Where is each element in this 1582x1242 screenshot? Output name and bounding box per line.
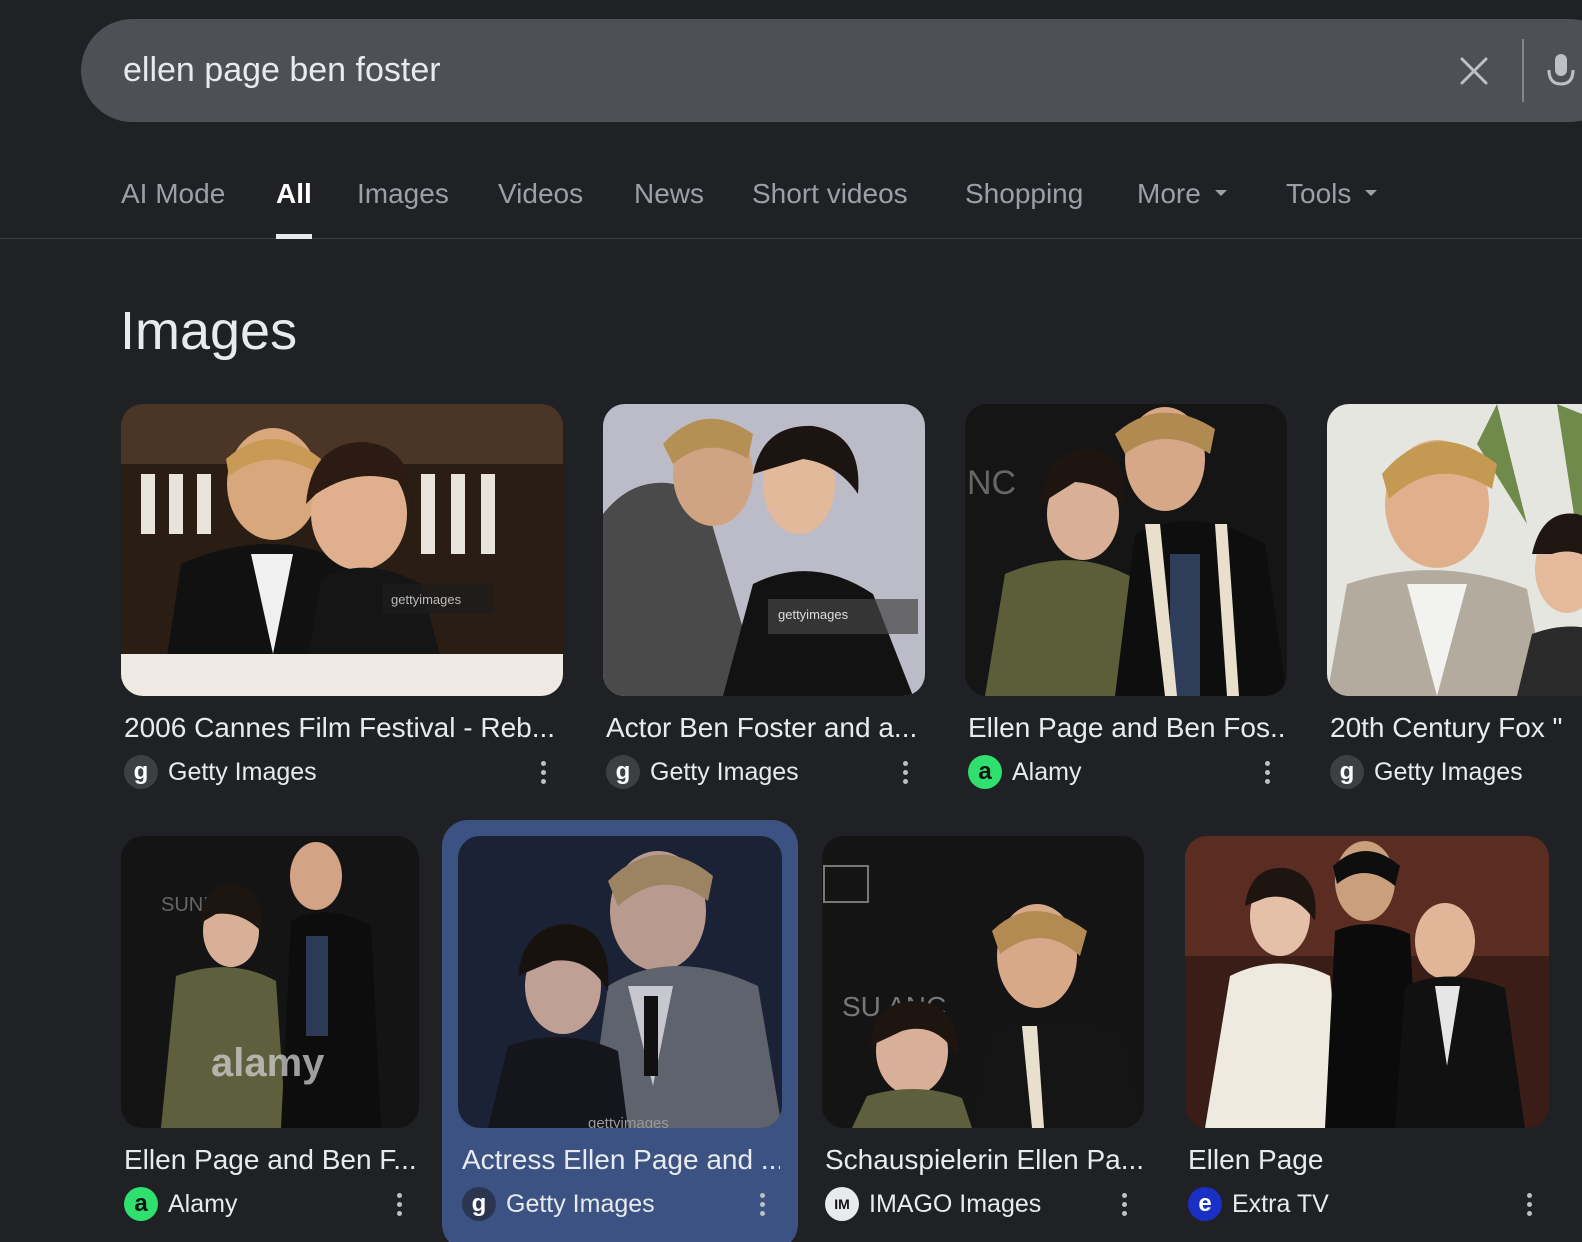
tab-tools[interactable]: Tools	[1286, 178, 1378, 238]
result-title[interactable]: 2006 Cannes Film Festival - Reb...	[124, 712, 562, 744]
result-source[interactable]: g Getty Images	[1330, 754, 1523, 790]
mic-icon	[1547, 54, 1575, 86]
getty-icon: g	[1330, 755, 1364, 789]
more-options-icon[interactable]	[1519, 1186, 1539, 1222]
result-thumbnail[interactable]	[1185, 836, 1549, 1128]
page: AI Mode All Images Videos News Short vid…	[0, 0, 1582, 1242]
watermark-text: gettyimages	[778, 607, 849, 622]
more-options-icon[interactable]	[1257, 754, 1277, 790]
tab-short-videos[interactable]: Short videos	[752, 178, 908, 238]
svg-text:NC: NC	[967, 464, 1016, 502]
search-divider	[1522, 39, 1524, 102]
tab-more[interactable]: More	[1137, 178, 1227, 238]
getty-icon: g	[124, 755, 158, 789]
watermark-text: gettyimages	[391, 592, 462, 607]
search-input[interactable]	[123, 19, 1403, 122]
result-source[interactable]: e Extra TV	[1188, 1186, 1329, 1222]
alamy-icon: a	[968, 755, 1002, 789]
caret-down-icon	[1214, 189, 1227, 196]
tab-videos[interactable]: Videos	[498, 178, 583, 238]
extra-tv-icon: e	[1188, 1187, 1222, 1221]
alamy-icon: a	[124, 1187, 158, 1221]
result-thumbnail[interactable]: gettyimages	[603, 404, 925, 696]
imago-icon: IM	[825, 1187, 859, 1221]
image-result[interactable]: SUNDAN alamy Ellen Page and Ben F... a A…	[121, 836, 419, 1236]
result-source[interactable]: a Alamy	[968, 754, 1081, 790]
result-thumbnail[interactable]: SUNDAN alamy	[121, 836, 419, 1128]
more-options-icon[interactable]	[533, 754, 553, 790]
result-source[interactable]: g Getty Images	[606, 754, 799, 790]
result-title[interactable]: Actor Ben Foster and a...	[606, 712, 924, 744]
clear-button[interactable]	[1453, 50, 1495, 92]
result-thumbnail[interactable]: NC	[965, 404, 1287, 696]
image-result[interactable]: SU ANC Schauspielerin Ellen Pa... IM IMA…	[822, 836, 1144, 1236]
result-title[interactable]: 20th Century Fox "	[1330, 712, 1582, 744]
watermark-text: gettyimages	[588, 1115, 669, 1128]
result-thumbnail[interactable]: gettyimages	[458, 836, 782, 1128]
result-title[interactable]: Ellen Page	[1188, 1144, 1546, 1176]
mic-button[interactable]	[1543, 50, 1582, 92]
tab-shopping[interactable]: Shopping	[965, 178, 1083, 238]
watermark-text: alamy	[211, 1041, 325, 1085]
result-source[interactable]: a Alamy	[124, 1186, 237, 1222]
result-title[interactable]: Ellen Page and Ben F...	[124, 1144, 418, 1176]
search-tabs: AI Mode All Images Videos News Short vid…	[0, 150, 1582, 239]
more-options-icon[interactable]	[389, 1186, 409, 1222]
tab-all[interactable]: All	[276, 178, 312, 239]
close-icon	[1460, 57, 1488, 85]
image-result[interactable]: Ellen Page e Extra TV	[1185, 836, 1549, 1236]
search-bar	[81, 19, 1582, 122]
result-title[interactable]: Ellen Page and Ben Fos...	[968, 712, 1286, 744]
more-options-icon[interactable]	[1114, 1186, 1134, 1222]
more-options-icon[interactable]	[752, 1186, 772, 1222]
result-title[interactable]: Schauspielerin Ellen Pa...	[825, 1144, 1143, 1176]
tab-ai-mode[interactable]: AI Mode	[121, 178, 225, 238]
more-options-icon[interactable]	[895, 754, 915, 790]
section-title: Images	[120, 301, 298, 361]
getty-icon: g	[462, 1187, 496, 1221]
result-source[interactable]: g Getty Images	[462, 1186, 655, 1222]
result-title[interactable]: Actress Ellen Page and ...	[462, 1144, 780, 1176]
result-thumbnail[interactable]	[1327, 404, 1582, 696]
result-source[interactable]: g Getty Images	[124, 754, 317, 790]
caret-down-icon	[1365, 189, 1378, 196]
result-thumbnail[interactable]: gettyimages	[121, 404, 563, 696]
tab-images[interactable]: Images	[357, 178, 449, 238]
result-thumbnail[interactable]: SU ANC	[822, 836, 1144, 1128]
image-result[interactable]: NC Ellen Page and Ben Fos... a Alamy	[965, 404, 1287, 804]
image-result[interactable]: 20th Century Fox " g Getty Images	[1327, 404, 1582, 804]
image-result[interactable]: gettyimages Actor Ben Foster and a... g …	[603, 404, 925, 804]
image-result-selected[interactable]: gettyimages Actress Ellen Page and ... g…	[458, 836, 782, 1236]
getty-icon: g	[606, 755, 640, 789]
image-result[interactable]: gettyimages 2006 Cannes Film Festival - …	[121, 404, 563, 804]
tab-news[interactable]: News	[634, 178, 704, 238]
result-source[interactable]: IM IMAGO Images	[825, 1186, 1041, 1222]
